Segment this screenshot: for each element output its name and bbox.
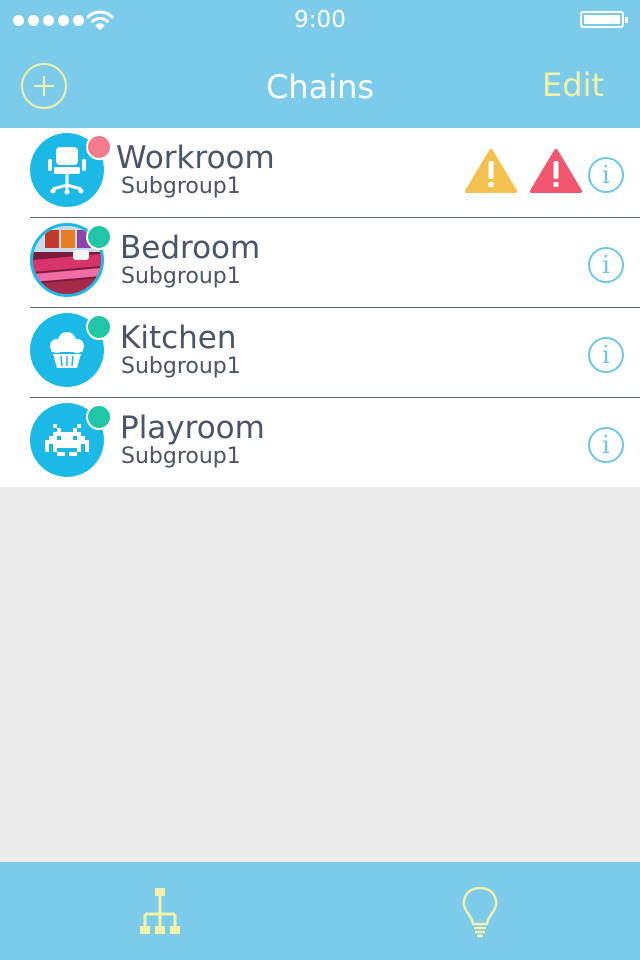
info-button[interactable]: i xyxy=(588,247,624,283)
chain-row-bedroom[interactable]: Bedroom Subgroup1 i xyxy=(0,218,640,308)
status-bar: 9:00 xyxy=(0,0,640,44)
tab-bar xyxy=(0,862,640,960)
chain-row-kitchen[interactable]: Kitchen Subgroup1 i xyxy=(0,308,640,398)
hierarchy-tree-icon[interactable] xyxy=(136,884,184,940)
info-icon: i xyxy=(602,341,610,369)
chain-subgroup: Subgroup1 xyxy=(121,174,241,199)
status-badge xyxy=(86,224,112,250)
info-icon: i xyxy=(602,161,610,189)
info-icon: i xyxy=(602,251,610,279)
info-button[interactable]: i xyxy=(588,157,624,193)
info-button[interactable]: i xyxy=(588,427,624,463)
status-time: 9:00 xyxy=(294,7,346,33)
info-icon: i xyxy=(602,431,610,459)
chain-name: Playroom xyxy=(120,410,265,446)
edit-button[interactable]: Edit xyxy=(542,66,604,104)
chain-row-playroom[interactable]: Playroom Subgroup1 i xyxy=(0,398,640,487)
chain-name: Workroom xyxy=(116,140,275,176)
battery-icon xyxy=(580,11,628,28)
lightbulb-icon[interactable] xyxy=(456,884,504,940)
chain-subgroup: Subgroup1 xyxy=(121,444,241,469)
header: 9:00 Chains Edit xyxy=(0,0,640,128)
chain-name: Kitchen xyxy=(120,320,237,356)
chain-subgroup: Subgroup1 xyxy=(121,354,241,379)
info-button[interactable]: i xyxy=(588,337,624,373)
status-badge xyxy=(86,404,112,430)
chain-subgroup: Subgroup1 xyxy=(121,264,241,289)
chain-row-workroom[interactable]: Workroom Subgroup1 i xyxy=(0,128,640,218)
status-badge xyxy=(86,134,112,160)
chain-list: Workroom Subgroup1 i Bedroom Subgroup1 i… xyxy=(0,128,640,487)
warning-red-icon[interactable] xyxy=(529,148,583,194)
warning-yellow-icon[interactable] xyxy=(464,148,518,194)
status-badge xyxy=(86,314,112,340)
chain-name: Bedroom xyxy=(120,230,261,266)
